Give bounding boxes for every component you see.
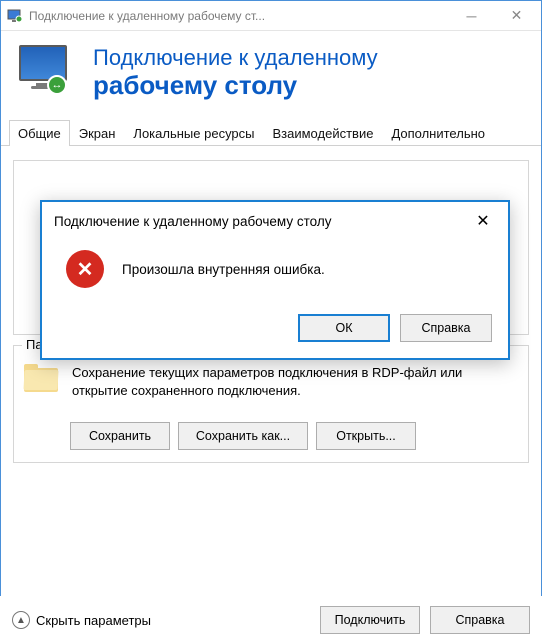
footer: ▲ Скрыть параметры Подключить Справка (0, 596, 542, 644)
tab-experience[interactable]: Взаимодействие (264, 120, 383, 146)
header: ↔ Подключение к удаленному рабочему стол… (1, 31, 541, 119)
dialog-close-button[interactable]: ✕ (466, 207, 500, 235)
footer-help-button[interactable]: Справка (430, 606, 530, 634)
dialog-help-button[interactable]: Справка (400, 314, 492, 342)
header-title: Подключение к удаленному рабочему столу (93, 45, 378, 100)
dialog-title: Подключение к удаленному рабочему столу (54, 214, 466, 229)
save-as-button[interactable]: Сохранить как... (178, 422, 308, 450)
toggle-options-link[interactable]: Скрыть параметры (36, 613, 151, 628)
collapse-icon[interactable]: ▲ (12, 611, 30, 629)
app-icon (7, 8, 23, 24)
dialog-message: Произошла внутренняя ошибка. (122, 262, 325, 277)
tab-display[interactable]: Экран (70, 120, 125, 146)
titlebar: Подключение к удаленному рабочему ст... … (1, 1, 541, 31)
error-icon: ✕ (66, 250, 104, 288)
minimize-button[interactable]: ─ (449, 1, 494, 30)
save-button[interactable]: Сохранить (70, 422, 170, 450)
error-dialog: Подключение к удаленному рабочему столу … (40, 200, 510, 360)
tab-general[interactable]: Общие (9, 120, 70, 146)
connection-settings-group: Параметры подключения Сохранение текущих… (13, 345, 529, 463)
header-app-icon: ↔ (19, 45, 75, 101)
tab-local-resources[interactable]: Локальные ресурсы (124, 120, 263, 146)
window-title: Подключение к удаленному рабочему ст... (29, 9, 449, 23)
connect-button[interactable]: Подключить (320, 606, 420, 634)
open-button[interactable]: Открыть... (316, 422, 416, 450)
close-button[interactable]: ✕ (494, 1, 539, 30)
tabs: Общие Экран Локальные ресурсы Взаимодейс… (1, 119, 541, 146)
dialog-ok-button[interactable]: ОК (298, 314, 390, 342)
connection-settings-description: Сохранение текущих параметров подключени… (72, 364, 518, 412)
dialog-titlebar: Подключение к удаленному рабочему столу … (42, 202, 508, 240)
tab-advanced[interactable]: Дополнительно (382, 120, 494, 146)
folder-icon (24, 364, 60, 412)
